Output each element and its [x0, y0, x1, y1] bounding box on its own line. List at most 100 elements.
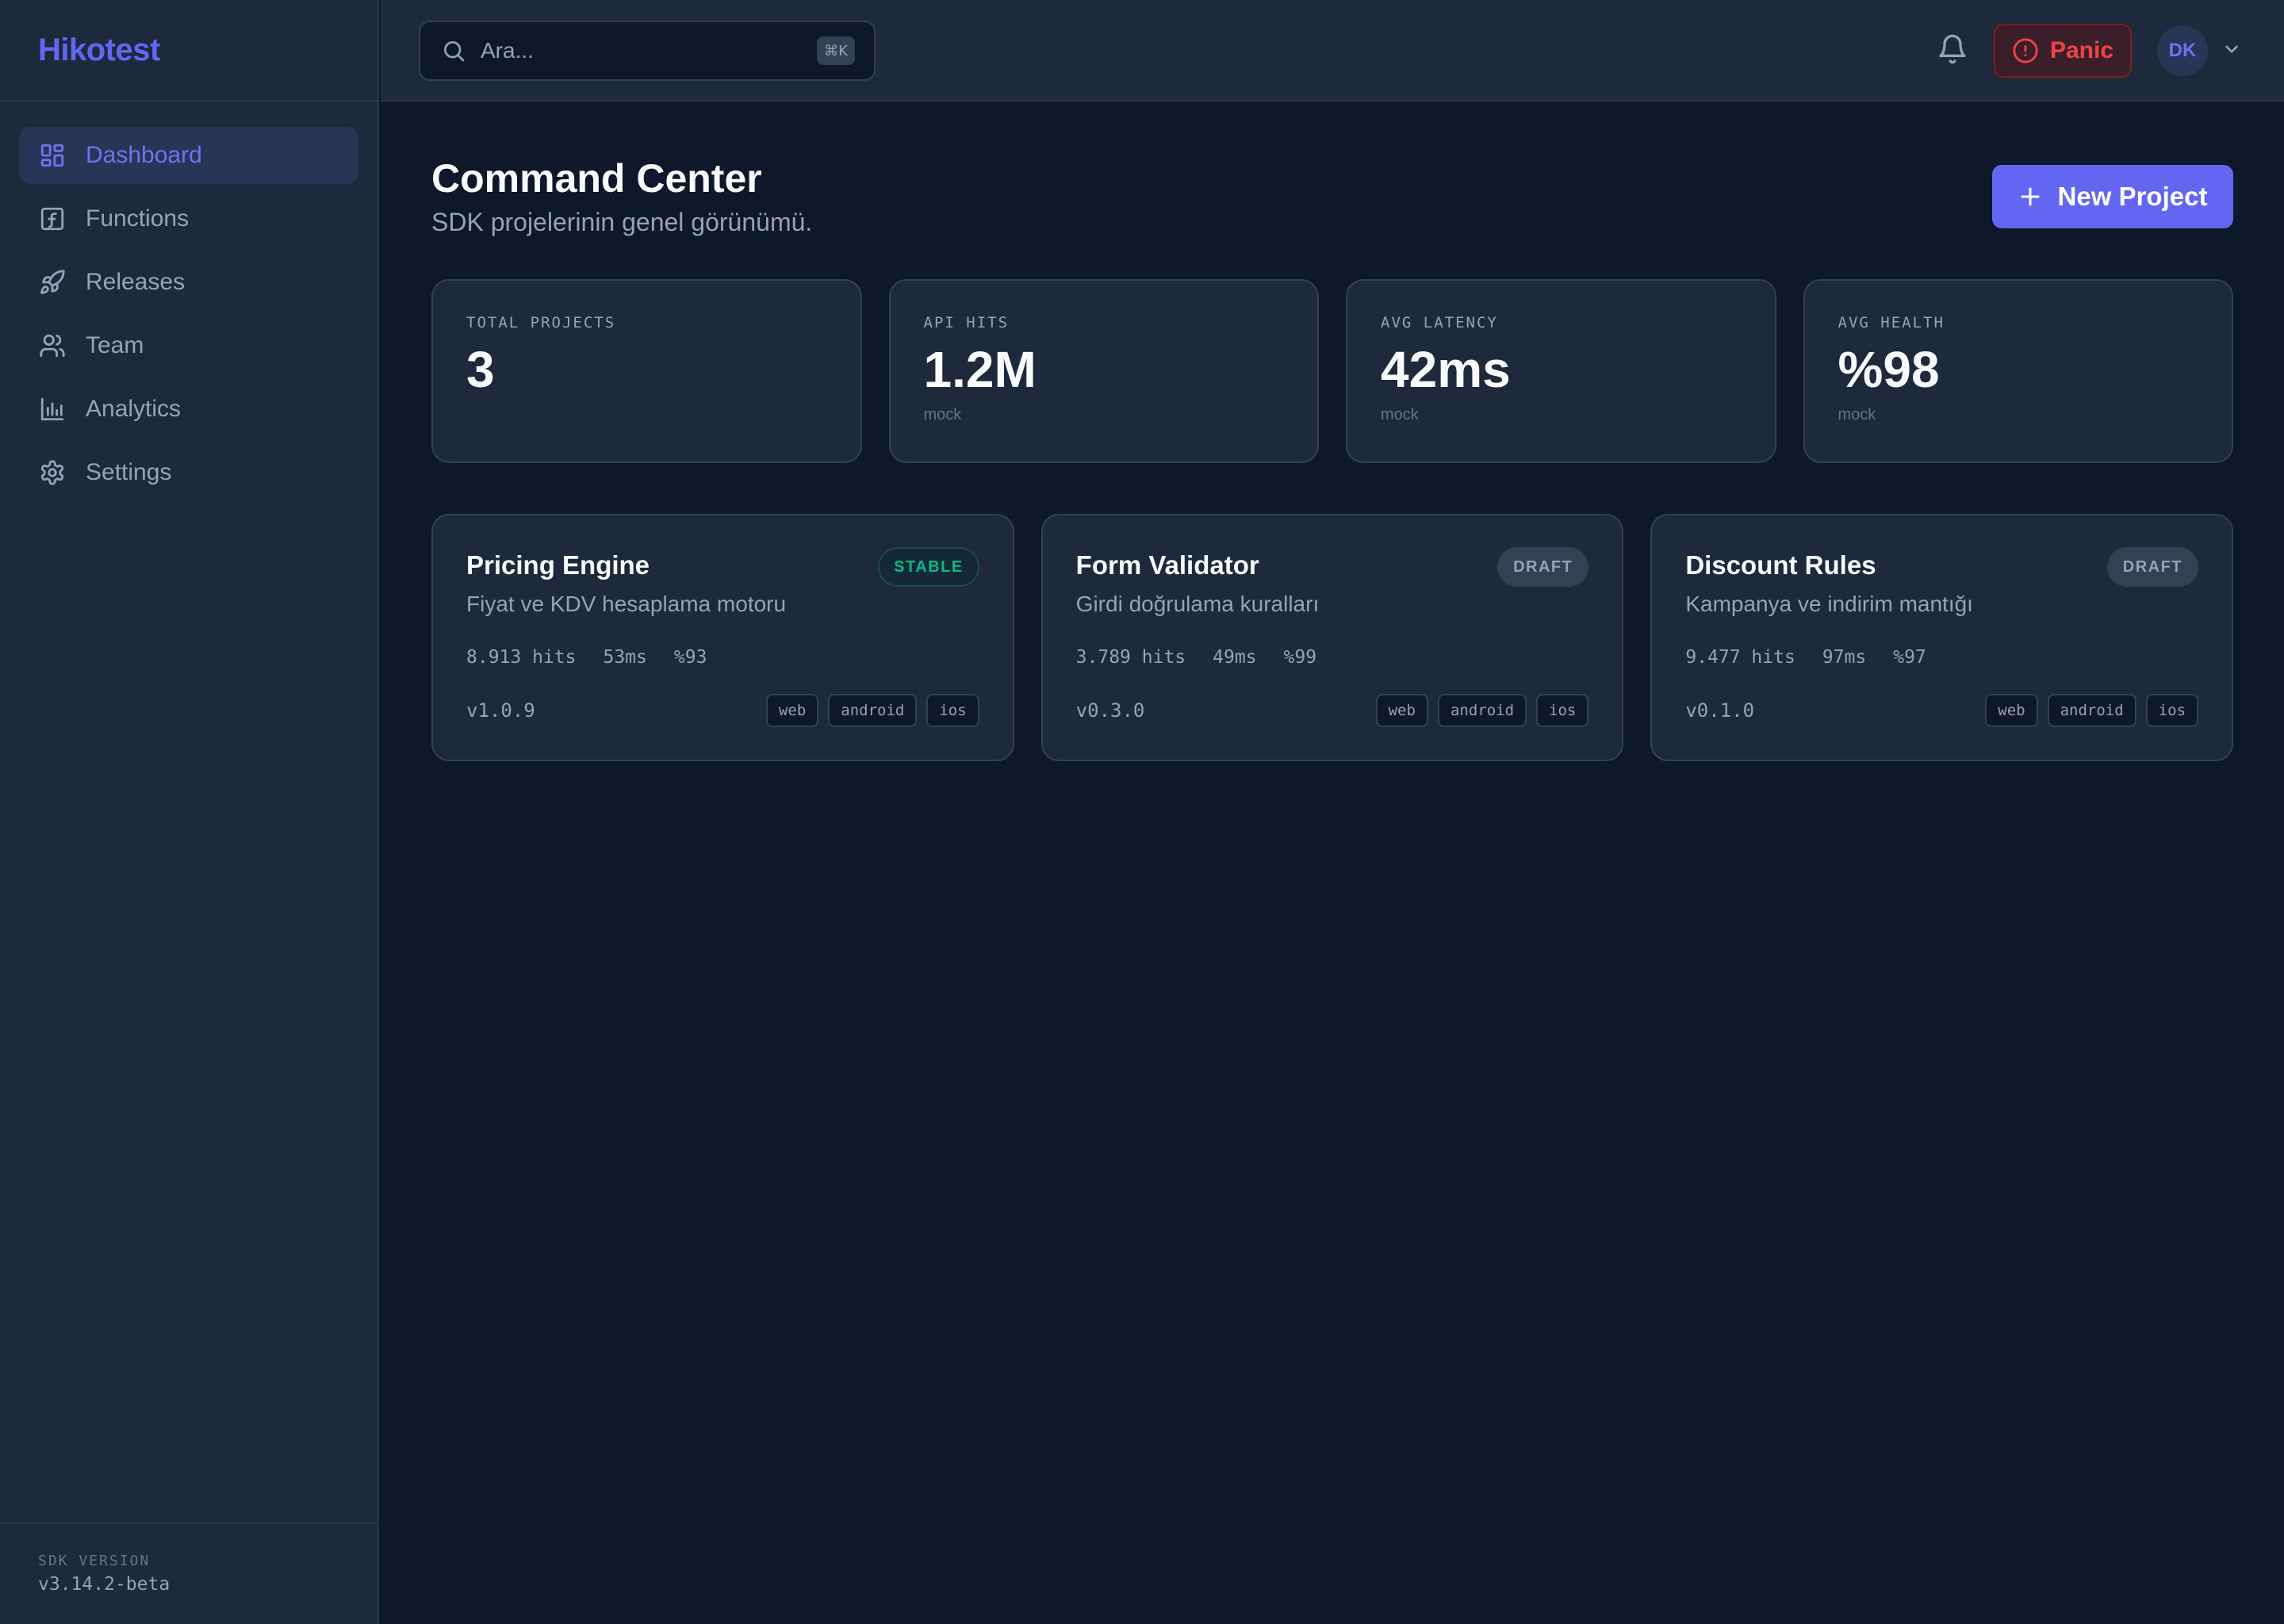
sidebar-item-functions[interactable]: Functions [19, 190, 358, 247]
platform-tag-ios: ios [1536, 694, 1589, 727]
status-badge: DRAFT [2106, 547, 2199, 587]
project-hits: 3.789 hits [1075, 647, 1186, 668]
sidebar-footer: SDK VERSION v3.14.2-beta [0, 1522, 377, 1624]
search-box[interactable]: ⌘K [419, 21, 876, 81]
project-stats: 8.913 hits 53ms %93 [466, 647, 979, 668]
project-version: v1.0.9 [466, 699, 535, 722]
sidebar-item-team[interactable]: Team [19, 317, 358, 374]
sdk-version-value: v3.14.2-beta [38, 1574, 171, 1595]
page-title: Command Center [431, 156, 762, 201]
search-icon [441, 38, 466, 63]
stat-value: 1.2M [923, 341, 1037, 398]
project-description: Kampanya ve indirim mantığı [1685, 592, 1973, 616]
platform-tag-android: android [828, 694, 918, 727]
sidebar-item-releases[interactable]: Releases [19, 254, 358, 311]
project-footer: v0.3.0 web android ios [1076, 693, 1589, 728]
platform-tags: web android ios [765, 694, 979, 727]
sidebar: Hikotest Dashboard Functions Releases Te… [0, 0, 379, 1624]
new-project-label: New Project [2057, 182, 2208, 211]
sdk-version-label: SDK VERSION [38, 1553, 151, 1569]
stat-label: AVG LATENCY [1381, 314, 1498, 331]
project-stats: 9.477 hits 97ms %97 [1685, 647, 2198, 668]
sidebar-item-label: Functions [86, 205, 190, 232]
project-footer: v1.0.9 web android ios [466, 693, 979, 728]
bell-icon [1937, 33, 1968, 69]
users-icon [38, 331, 67, 360]
sidebar-item-dashboard[interactable]: Dashboard [19, 127, 358, 184]
project-latency: 53ms [603, 647, 647, 668]
sidebar-item-label: Settings [86, 459, 172, 485]
sidebar-nav: Dashboard Functions Releases Team Analyt… [0, 102, 377, 501]
sidebar-item-label: Dashboard [86, 142, 202, 168]
project-card-pricing-engine[interactable]: Pricing Engine Fiyat ve KDV hesaplama mo… [431, 514, 1014, 761]
shortcut-hint: ⌘K [817, 36, 855, 65]
platform-tag-ios: ios [2145, 694, 2199, 727]
search-input[interactable] [481, 38, 817, 63]
stat-card-avg-health: AVG HEALTH %98 mock [1803, 279, 2233, 463]
app-root: Hikotest Dashboard Functions Releases Te… [0, 0, 2284, 1624]
platform-tag-android: android [2047, 694, 2136, 727]
stat-card-avg-latency: AVG LATENCY 42ms mock [1346, 279, 1776, 463]
project-version: v0.3.0 [1075, 699, 1145, 722]
platform-tag-web: web [1375, 694, 1428, 727]
stat-value: %98 [1838, 341, 1940, 398]
sidebar-item-label: Analytics [86, 396, 182, 422]
stat-sub: mock [1381, 406, 1419, 423]
stat-label: TOTAL PROJECTS [466, 314, 616, 331]
stat-sub: mock [1838, 406, 1876, 423]
stat-label: AVG HEALTH [1838, 314, 1945, 331]
plus-icon [2021, 187, 2040, 206]
project-description: Fiyat ve KDV hesaplama motoru [466, 592, 787, 616]
rocket-icon [38, 268, 67, 297]
function-icon [38, 205, 67, 233]
project-latency: 97ms [1822, 647, 1867, 668]
panic-button[interactable]: Panic [1994, 24, 2132, 78]
platform-tag-web: web [765, 694, 819, 727]
project-health: %97 [1893, 647, 1926, 668]
new-project-button[interactable]: New Project [1992, 165, 2233, 228]
stat-value: 42ms [1381, 341, 1511, 398]
project-health: %93 [673, 647, 707, 668]
platform-tags: web android ios [1375, 694, 1589, 727]
app-logo[interactable]: Hikotest [38, 33, 160, 68]
project-health: %99 [1283, 647, 1317, 668]
stat-label: API HITS [923, 314, 1010, 331]
sidebar-item-analytics[interactable]: Analytics [19, 381, 358, 438]
chevron-down-icon [2221, 39, 2242, 63]
project-version: v0.1.0 [1685, 699, 1755, 722]
page-subtitle: SDK projelerinin genel görünümü. [431, 208, 813, 236]
stat-value: 3 [466, 341, 495, 398]
platform-tag-ios: ios [926, 694, 979, 727]
gear-icon [38, 458, 67, 487]
project-footer: v0.1.0 web android ios [1685, 693, 2199, 728]
status-badge: STABLE [878, 547, 979, 587]
notifications-button[interactable] [1935, 33, 1970, 68]
project-grid: Pricing Engine Fiyat ve KDV hesaplama mo… [431, 514, 2234, 761]
dashboard-icon [38, 141, 67, 170]
platform-tags: web android ios [1985, 694, 2199, 727]
main-content: Command Center SDK projelerinin genel gö… [381, 102, 2284, 1624]
project-stats: 3.789 hits 49ms %99 [1076, 647, 1589, 668]
avatar[interactable]: DK [2157, 25, 2208, 76]
sidebar-item-label: Team [86, 332, 144, 358]
logo-bar: Hikotest [0, 0, 377, 102]
platform-tag-android: android [1437, 694, 1527, 727]
status-badge: DRAFT [1497, 547, 1589, 587]
sidebar-item-settings[interactable]: Settings [19, 444, 358, 501]
top-header: ⌘K Panic DK [381, 0, 2284, 102]
account-menu-toggle[interactable] [2219, 38, 2244, 63]
platform-tag-web: web [1985, 694, 2038, 727]
stat-sub: mock [923, 406, 962, 423]
bar-chart-icon [38, 395, 67, 423]
project-hits: 9.477 hits [1685, 647, 1795, 668]
project-card-discount-rules[interactable]: Discount Rules Kampanya ve indirim mantı… [1650, 514, 2234, 761]
project-card-form-validator[interactable]: Form Validator Girdi doğrulama kuralları… [1040, 514, 1624, 761]
project-latency: 49ms [1213, 647, 1257, 668]
stat-card-api-hits: API HITS 1.2M mock [888, 279, 1319, 463]
sidebar-item-label: Releases [86, 269, 186, 295]
stats-row: TOTAL PROJECTS 3 API HITS 1.2M mock AVG … [431, 279, 2233, 463]
project-hits: 8.913 hits [466, 647, 577, 668]
stat-card-total-projects: TOTAL PROJECTS 3 [431, 279, 862, 463]
alert-circle-icon [2013, 38, 2038, 63]
project-description: Girdi doğrulama kuralları [1075, 592, 1320, 616]
